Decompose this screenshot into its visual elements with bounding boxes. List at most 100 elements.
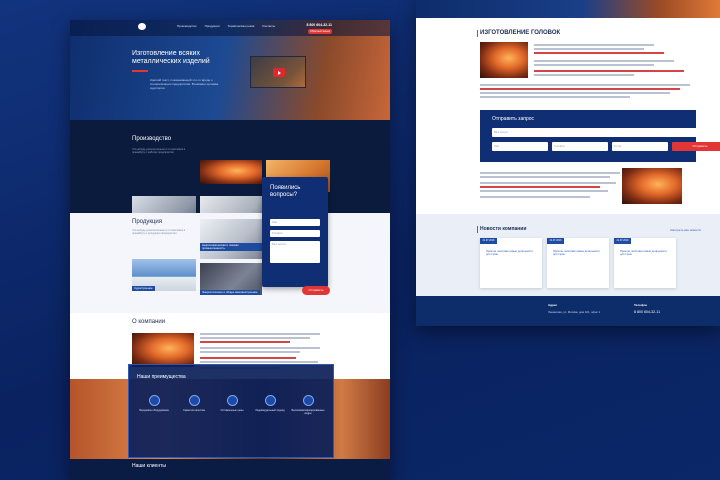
about-title: О компании xyxy=(132,319,166,325)
products-section: Продукция Что-нибудь дополнительно и по … xyxy=(70,213,390,313)
advantages-title: Наши преимущества xyxy=(137,374,186,380)
products-text: Что-нибудь дополнительно и по заголовок … xyxy=(132,229,186,236)
inner-header xyxy=(416,0,720,18)
advantage-prices: Оптимальные цены xyxy=(215,395,249,412)
tile-petrochem-label: Нефтехимическая и газовая промышленность xyxy=(200,242,262,251)
request-name-input[interactable]: Имя xyxy=(492,142,548,151)
advantage-quality: Гарантия качества xyxy=(177,395,211,412)
hero-video[interactable] xyxy=(250,56,306,88)
inner-text-line xyxy=(534,64,654,66)
question-submit-button[interactable]: Отправить xyxy=(302,286,330,295)
advantage-staff: Высококвалифицированные кадры xyxy=(291,395,325,415)
inner-text-line xyxy=(480,196,590,198)
play-icon[interactable] xyxy=(273,68,285,77)
inner-text-line xyxy=(480,182,616,184)
about-text-line xyxy=(200,347,320,349)
tile-energy[interactable]: Энергетическое и общее машиностроение xyxy=(200,263,262,295)
news-date: 21.07.2016 xyxy=(480,238,497,244)
request-form: Отправить запрос Ваш вопрос Имя Телефон … xyxy=(480,110,720,162)
advantage-label: Индивидуальный подход xyxy=(255,409,285,412)
nav-item-cutting[interactable]: Термическая резка xyxy=(228,24,255,28)
footer-phone[interactable]: 8 800 604-32-11 xyxy=(634,310,660,314)
tile-energy-label: Энергетическое и общее машиностроение xyxy=(200,289,260,295)
about-text-highlight xyxy=(200,341,290,343)
tile-petrochem[interactable]: Нефтехимическая и газовая промышленность xyxy=(200,219,262,259)
about-text-line xyxy=(200,337,310,339)
news-card[interactable]: 21.07.2016 Пришла, заготовки новые детал… xyxy=(480,238,542,288)
news-card-title[interactable]: Пришла, заготовки новые детальности для … xyxy=(486,250,536,256)
clients-title: Наши клиенты xyxy=(132,463,166,469)
nav-item-products[interactable]: Продукция xyxy=(205,24,220,28)
price-icon xyxy=(226,395,238,406)
inner-page-title: ИЗГОТОВЛЕНИЕ ГОЛОВОК xyxy=(476,30,561,37)
question-message-input[interactable]: Ваш вопрос xyxy=(270,241,320,263)
inner-text-highlight xyxy=(534,70,684,72)
inner-text-line xyxy=(534,48,644,50)
inner-text-line xyxy=(534,44,654,46)
inner-text-line xyxy=(480,190,608,192)
inner-text-line xyxy=(534,74,634,76)
inner-page-mockup: ИЗГОТОВЛЕНИЕ ГОЛОВОК Отправить запрос Ва… xyxy=(416,0,720,326)
news-card[interactable]: 21.07.2016 Пришла, заготовки новые детал… xyxy=(614,238,676,288)
inner-text-line xyxy=(480,96,630,98)
advantage-equipment: Передовое оборудование xyxy=(137,395,171,412)
question-phone-input[interactable]: Телефон xyxy=(270,230,320,237)
inner-image-top xyxy=(480,42,528,78)
about-text-highlight xyxy=(200,357,296,359)
about-text-line xyxy=(200,333,320,335)
request-submit-button[interactable]: Отправить xyxy=(672,142,720,151)
production-section: Производство Что-нибудь дополнительно и … xyxy=(70,120,390,226)
question-name-input[interactable]: Имя xyxy=(270,219,320,226)
news-title: Новости компании xyxy=(476,226,527,233)
inner-image-bottom xyxy=(622,168,682,204)
advantage-label: Передовое оборудование xyxy=(139,409,169,412)
logo-icon[interactable] xyxy=(134,23,150,33)
inner-text-highlight xyxy=(534,52,664,54)
production-image-forge xyxy=(200,160,262,184)
question-title: Появились вопросы? xyxy=(270,185,301,198)
news-card-title[interactable]: Пришла, заготовки новые детальности для … xyxy=(553,250,603,256)
top-bar: Производство Продукция Термическая резка… xyxy=(70,20,390,36)
staff-icon xyxy=(302,395,314,406)
request-email-input[interactable]: E-mail xyxy=(612,142,668,151)
news-date: 21.07.2016 xyxy=(614,238,631,244)
products-title: Продукция xyxy=(132,219,163,225)
title-underline xyxy=(132,70,148,72)
request-question-input[interactable]: Ваш вопрос xyxy=(492,128,720,137)
hero-section: Производство Продукция Термическая резка… xyxy=(70,20,390,120)
about-text-line xyxy=(200,361,318,363)
header-phone[interactable]: 8 800 604-32-11 xyxy=(307,23,333,27)
inner-text-line xyxy=(480,172,620,174)
nav-item-production[interactable]: Производство xyxy=(177,24,197,28)
callback-button[interactable]: Обратный звонок xyxy=(308,29,332,34)
tile-shipbuilding-label: Судостроение xyxy=(132,285,155,291)
footer-address: Ленинская, ул. Москва, дом 101, офис 1 xyxy=(548,310,601,314)
news-date: 21.07.2016 xyxy=(547,238,564,244)
nav-item-contacts[interactable]: Контакты xyxy=(262,24,275,28)
tile-shipbuilding[interactable]: Судостроение xyxy=(132,259,196,291)
about-text-line xyxy=(200,351,300,353)
question-form: Появились вопросы? Имя Телефон Ваш вопро… xyxy=(262,177,328,287)
inner-text-highlight xyxy=(480,186,600,188)
news-card[interactable]: 21.07.2016 Пришла, заготовки новые детал… xyxy=(547,238,609,288)
clients-section: Наши клиенты xyxy=(70,459,390,480)
hero-lead: Краткий текст, показывающий что-то вроде… xyxy=(150,78,219,90)
footer: Адрес Ленинская, ул. Москва, дом 101, оф… xyxy=(416,296,720,326)
equipment-icon xyxy=(148,395,160,406)
request-form-title: Отправить запрос xyxy=(492,116,535,122)
advantage-label: Высококвалифицированные кадры xyxy=(291,409,325,415)
all-news-link[interactable]: Смотреть все новости xyxy=(670,228,701,232)
hero-title: Изготовление всяких металлических издели… xyxy=(132,50,210,65)
footer-phone-label: Телефон xyxy=(634,303,648,307)
inner-text-line xyxy=(534,60,674,62)
about-image xyxy=(132,333,194,367)
news-card-title[interactable]: Пришла, заготовки новые детальности для … xyxy=(620,250,670,256)
homepage-mockup: Производство Продукция Термическая резка… xyxy=(70,20,390,480)
inner-text-line xyxy=(480,176,610,178)
inner-text-line xyxy=(480,92,670,94)
production-text: Что-нибудь дополнительно и по заголовок … xyxy=(132,148,186,155)
footer-address-label: Адрес xyxy=(548,303,558,307)
request-phone-input[interactable]: Телефон xyxy=(552,142,608,151)
inner-text-line xyxy=(480,84,690,86)
production-title: Производство xyxy=(132,136,172,142)
